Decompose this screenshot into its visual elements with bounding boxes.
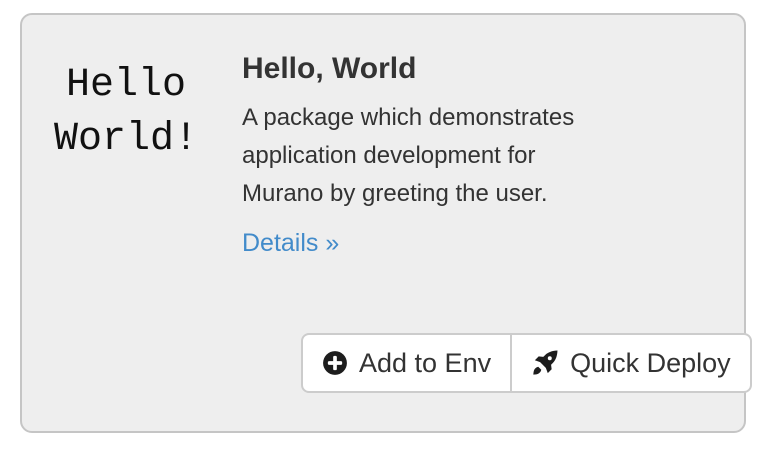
action-button-group: Add to Env Quick Deploy bbox=[301, 333, 752, 393]
package-title: Hello, World bbox=[242, 51, 574, 87]
plus-circle-icon bbox=[322, 350, 348, 376]
logo-line-2: World! bbox=[46, 113, 206, 167]
package-info: Hello, World A package which demonstrate… bbox=[242, 51, 574, 258]
details-link[interactable]: Details » bbox=[242, 229, 339, 258]
logo-line-1: Hello bbox=[46, 59, 206, 113]
package-card: Hello World! Hello, World A package whic… bbox=[20, 13, 746, 433]
add-to-env-button[interactable]: Add to Env bbox=[301, 333, 512, 393]
description-line: Murano by greeting the user. bbox=[242, 175, 574, 213]
description-line: A package which demonstrates bbox=[242, 99, 574, 137]
quick-deploy-label: Quick Deploy bbox=[570, 348, 731, 379]
rocket-icon bbox=[531, 349, 559, 377]
package-logo: Hello World! bbox=[46, 51, 206, 258]
description-line: application development for bbox=[242, 137, 574, 175]
quick-deploy-button[interactable]: Quick Deploy bbox=[510, 333, 752, 393]
package-description: A package which demonstrates application… bbox=[242, 99, 574, 213]
add-to-env-label: Add to Env bbox=[359, 348, 491, 379]
card-body: Hello World! Hello, World A package whic… bbox=[22, 15, 744, 258]
